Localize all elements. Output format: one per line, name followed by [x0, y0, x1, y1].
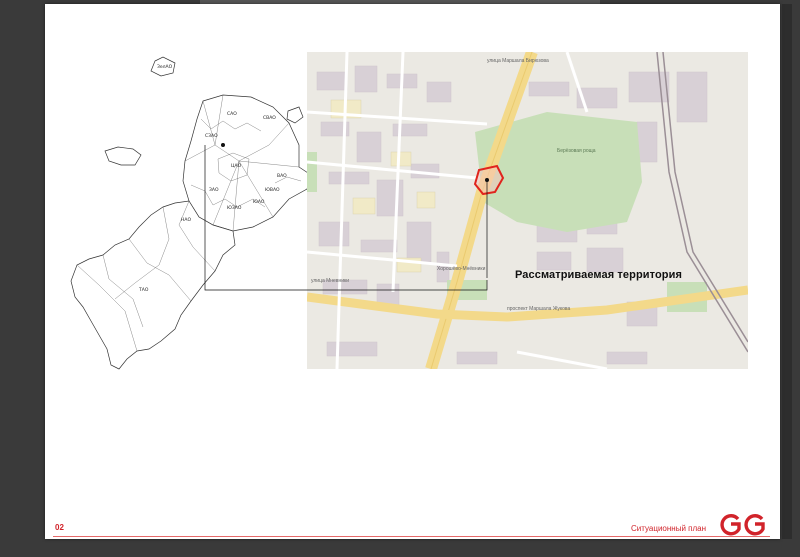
- street-label: Хорошёво-Мнёвники: [437, 266, 486, 272]
- district-label: ЮВАО: [265, 187, 280, 193]
- street-label: улица Маршала Бирюзова: [487, 58, 549, 64]
- district-label: ЦАО: [231, 163, 242, 169]
- document-page: ЗелАО СЗАО САО СВАО ВАО ЦАО ЗАО ЮЗАО ЮАО…: [45, 4, 780, 539]
- district-label: ЗАО: [209, 187, 219, 193]
- west-fragment: [104, 146, 142, 166]
- district-label: ЗелАО: [157, 64, 173, 70]
- site-annotation-label: Рассматриваемая территория: [515, 269, 682, 281]
- site-marker-dot: [221, 143, 225, 147]
- district-label: САО: [227, 111, 237, 117]
- street-label: Берёзовая роща: [557, 148, 596, 154]
- viewer-scrollbar[interactable]: [782, 4, 792, 539]
- district-label: ЮЗАО: [227, 205, 242, 211]
- district-label: ЮАО: [253, 199, 265, 205]
- street-label: улица Мневники: [311, 278, 350, 284]
- street-label: проспект Маршала Жукова: [507, 306, 571, 312]
- district-label: ТАО: [138, 287, 149, 293]
- district-label: СВАО: [263, 115, 276, 121]
- street-map-canvas: [307, 52, 748, 369]
- site-street-map[interactable]: улица Маршала Бирюзова проспект Маршала …: [307, 52, 748, 369]
- east-fragment: [286, 106, 304, 124]
- section-title: Ситуационный план: [631, 524, 707, 533]
- moscow-locator-map: ЗелАО СЗАО САО СВАО ВАО ЦАО ЗАО ЮЗАО ЮАО…: [70, 56, 312, 370]
- district-label: ВАО: [277, 173, 287, 179]
- new-moscow-shape: [70, 200, 236, 370]
- gg-logo: [720, 514, 765, 536]
- district-label: СЗАО: [205, 133, 218, 139]
- district-label: НАО: [181, 217, 191, 223]
- page-number: 02: [55, 523, 64, 532]
- footer-divider: [53, 536, 770, 537]
